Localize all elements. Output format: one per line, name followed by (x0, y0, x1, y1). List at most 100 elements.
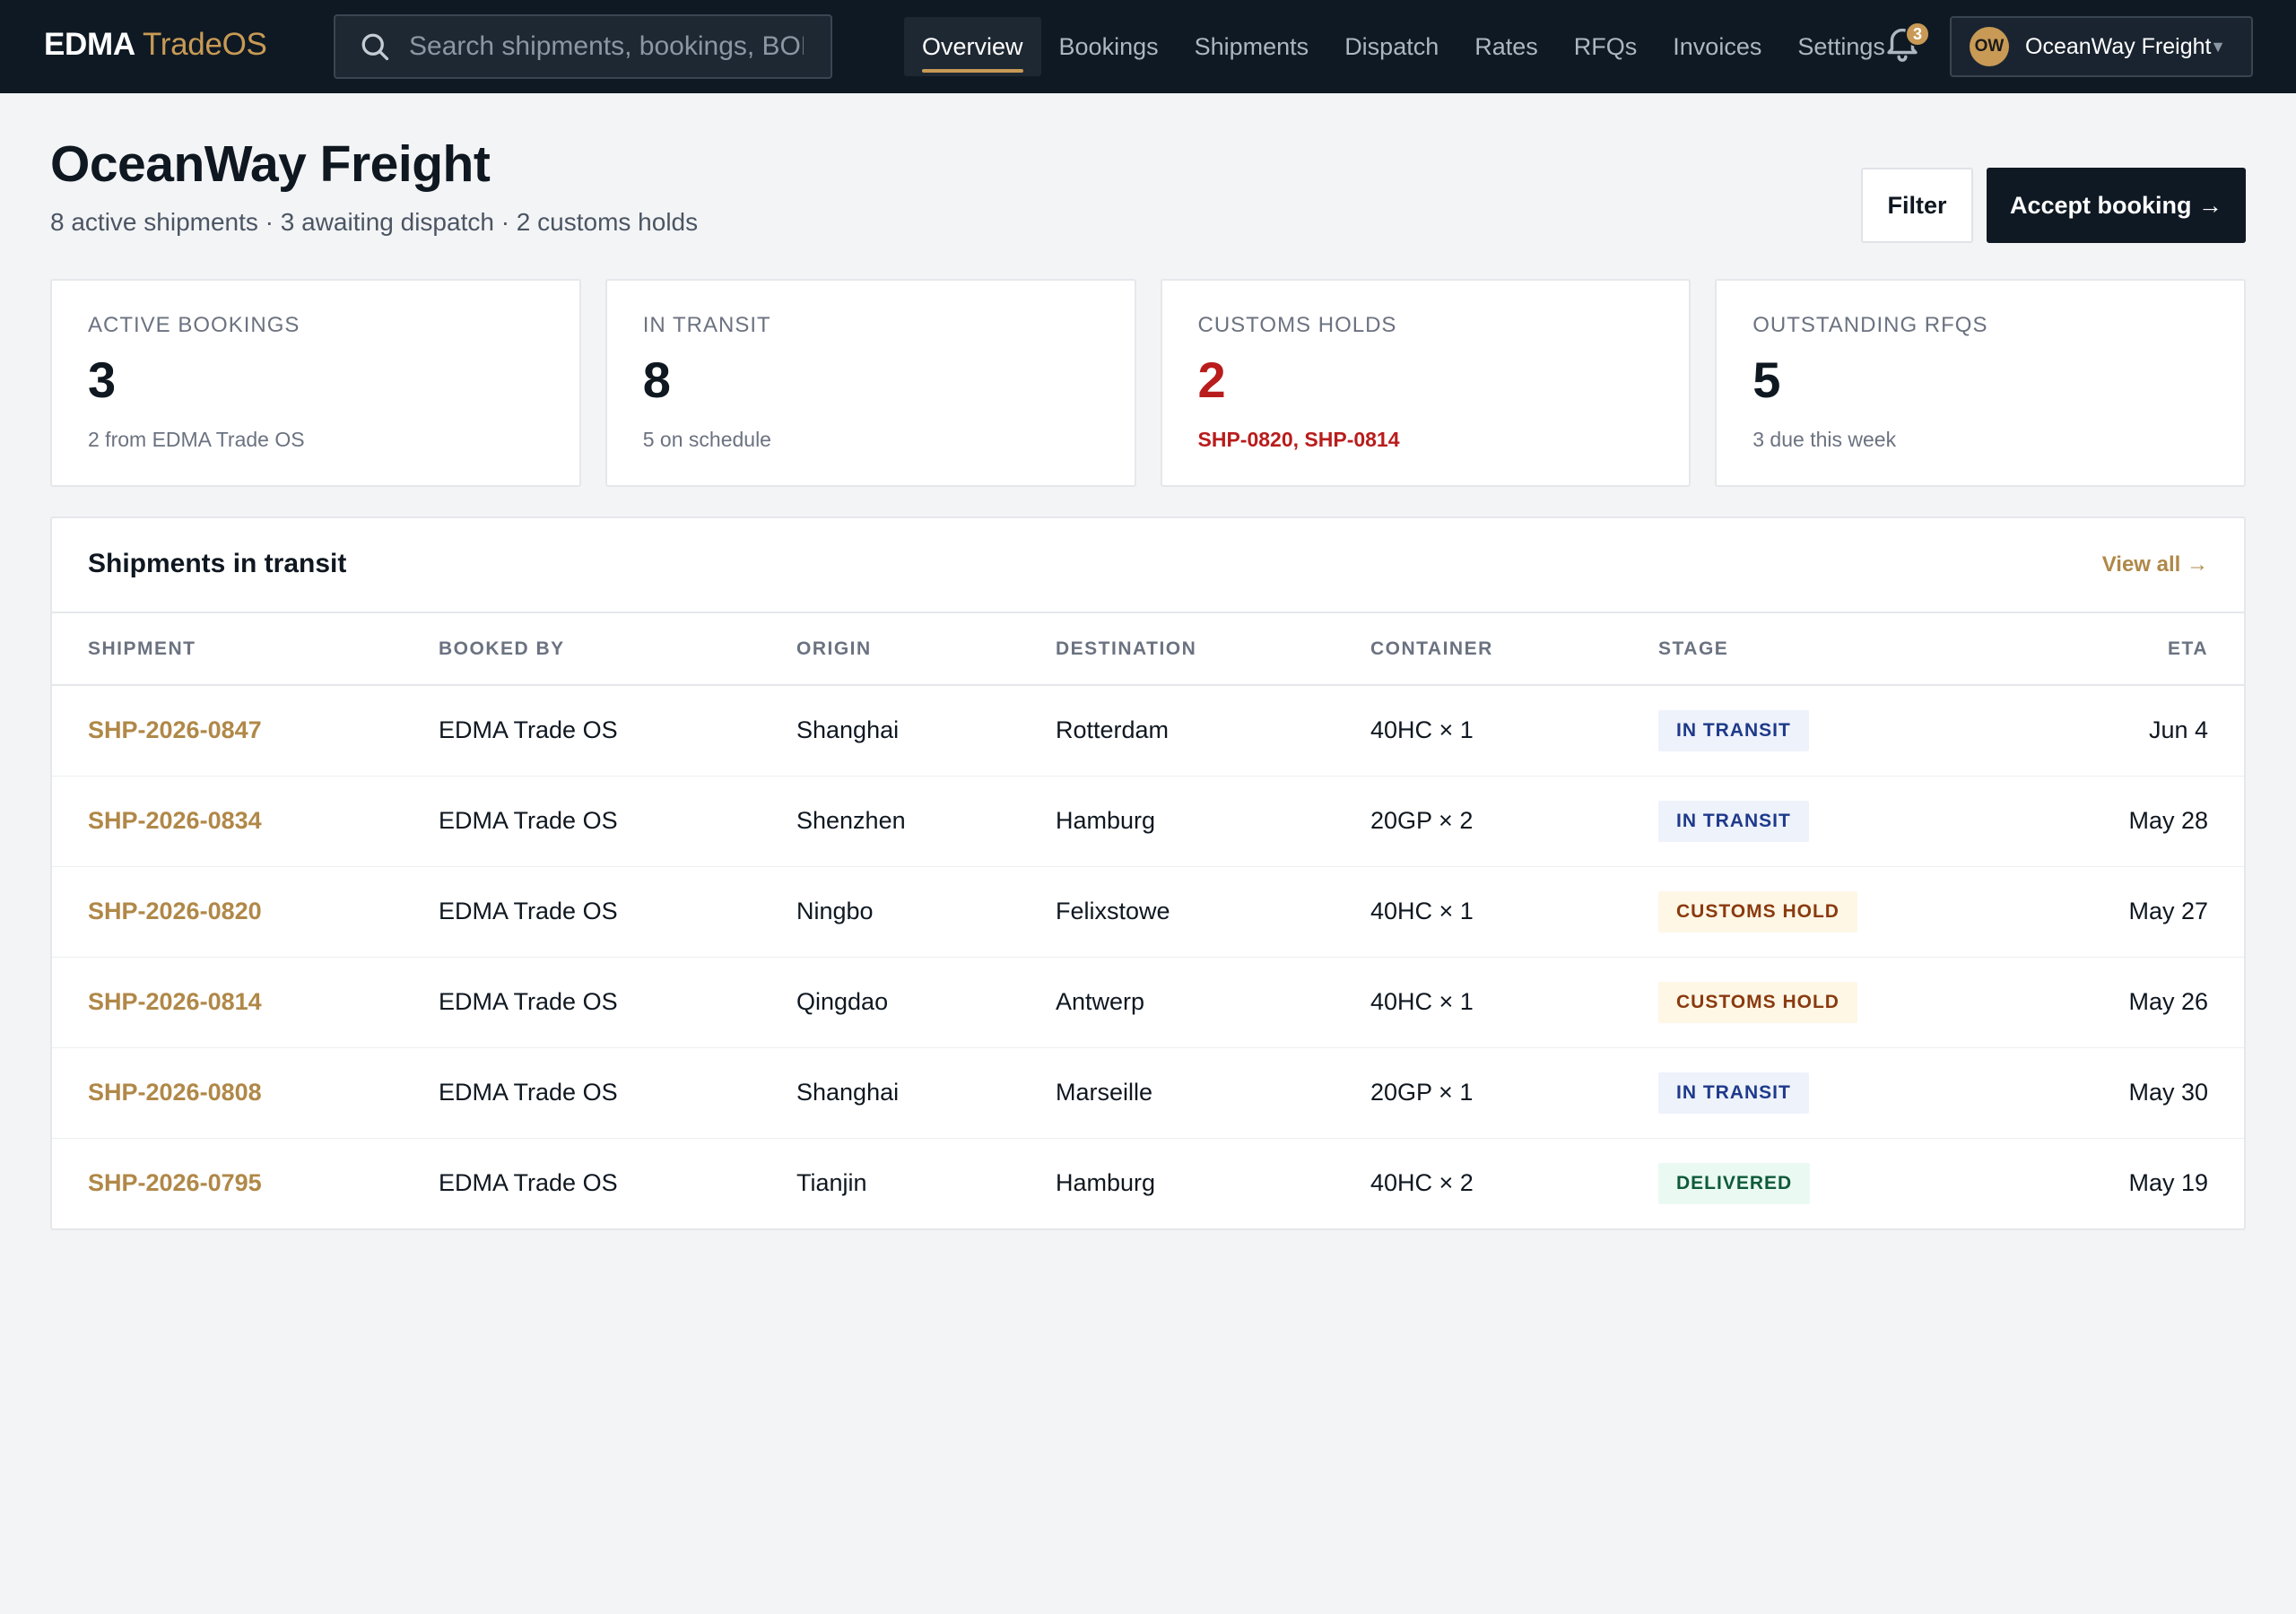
nav-invoices[interactable]: Invoices (1655, 17, 1779, 76)
shipment-link[interactable]: SHP-2026-0847 (88, 716, 262, 743)
shipment-link[interactable]: SHP-2026-0814 (88, 988, 262, 1015)
nav-overview[interactable]: Overview (904, 17, 1041, 76)
status-badge: IN TRANSIT (1658, 1072, 1809, 1114)
shipments-table: SHIPMENT BOOKED BY ORIGIN DESTINATION CO… (52, 613, 2244, 1228)
booked-by-cell: EDMA Trade OS (439, 957, 796, 1048)
container-cell: 40HC × 1 (1370, 866, 1658, 958)
notification-count-badge: 3 (1905, 22, 1930, 47)
column-header[interactable]: CONTAINER (1370, 613, 1658, 686)
eta-cell: Jun 4 (2071, 685, 2244, 777)
container-cell: 20GP × 1 (1370, 1047, 1658, 1139)
table-row[interactable]: SHP-2026-0808 EDMA Trade OS Shanghai Mar… (52, 1047, 2244, 1139)
status-badge: IN TRANSIT (1658, 800, 1809, 842)
avatar: OW (1970, 27, 2009, 66)
eta-cell: May 27 (2071, 866, 2244, 958)
stage-cell: IN TRANSIT (1658, 685, 2071, 777)
table-row[interactable]: SHP-2026-0847 EDMA Trade OS Shanghai Rot… (52, 685, 2244, 777)
view-all-link[interactable]: View all → (2102, 552, 2208, 577)
stat-card-in-transit: IN TRANSIT 8 5 on schedule (604, 279, 1136, 487)
stage-cell: IN TRANSIT (1658, 776, 2071, 867)
stat-value: 3 (88, 351, 117, 408)
destination-cell: Rotterdam (1056, 685, 1370, 777)
stage-cell: DELIVERED (1658, 1138, 2071, 1228)
status-badge: CUSTOMS HOLD (1658, 981, 1857, 1023)
nav-dispatch[interactable]: Dispatch (1326, 17, 1457, 76)
origin-cell: Shanghai (796, 1047, 1056, 1139)
brand-name: EDMA (44, 27, 135, 62)
shipment-link[interactable]: SHP-2026-0834 (88, 807, 262, 834)
stat-label: OUTSTANDING RFQS (1752, 313, 1988, 337)
origin-cell: Ningbo (796, 866, 1056, 958)
eta-cell: May 19 (2128, 1169, 2208, 1197)
search-input[interactable] (409, 31, 804, 62)
top-navigation-bar: EDMA TradeOS Overview Bookings Shipments… (0, 0, 2296, 93)
container-cell: 20GP × 2 (1370, 776, 1658, 867)
stage-cell: CUSTOMS HOLD (1658, 957, 2071, 1048)
booked-by-cell: EDMA Trade OS (439, 1047, 796, 1139)
destination-cell: Antwerp (1056, 957, 1370, 1048)
search-box (334, 14, 832, 79)
booked-by-cell: EDMA Trade OS (439, 1169, 618, 1197)
column-header[interactable]: DESTINATION (1056, 613, 1370, 686)
eta-cell: May 26 (2071, 957, 2244, 1048)
table-row[interactable]: SHP-2026-0795 EDMA Trade OS Tianjin Hamb… (52, 1138, 2244, 1228)
stat-card-customs-holds: CUSTOMS HOLDS 2 SHP-0820, SHP-0814 (1160, 279, 1692, 487)
shipment-cell: SHP-2026-0814 (52, 957, 439, 1048)
table-row[interactable]: SHP-2026-0820 EDMA Trade OS Ningbo Felix… (52, 866, 2244, 958)
origin-cell: Qingdao (796, 957, 1056, 1048)
eta-cell: May 28 (2071, 776, 2244, 867)
nav-rfqs[interactable]: RFQs (1556, 17, 1656, 76)
eta-cell: May 30 (2071, 1047, 2244, 1139)
shipment-link[interactable]: SHP-2026-0820 (88, 898, 262, 924)
nav-shipments[interactable]: Shipments (1177, 17, 1327, 76)
stat-cards: ACTIVE BOOKINGS 3 2 from EDMA Trade OS I… (50, 279, 2246, 487)
stat-note: SHP-0820, SHP-0814 (1197, 428, 1400, 451)
nav-bookings[interactable]: Bookings (1041, 17, 1177, 76)
stat-label: ACTIVE BOOKINGS (88, 313, 300, 337)
table-row[interactable]: SHP-2026-0814 EDMA Trade OS Qingdao Antw… (52, 957, 2244, 1048)
shipment-cell: SHP-2026-0795 (52, 1138, 439, 1228)
account-switcher[interactable]: OW OceanWay Freight ▼ (1950, 16, 2253, 77)
column-header[interactable]: ORIGIN (796, 613, 1056, 686)
shipment-cell: SHP-2026-0847 (52, 685, 439, 777)
origin-cell: Shenzhen (796, 776, 1056, 867)
brand-product: TradeOS (143, 27, 267, 62)
stage-cell: IN TRANSIT (1658, 1047, 2071, 1139)
shipment-cell: SHP-2026-0820 (52, 866, 439, 958)
stat-label: IN TRANSIT (642, 313, 771, 337)
column-header[interactable]: BOOKED BY (439, 613, 796, 686)
destination-cell: Hamburg (1056, 1169, 1156, 1197)
stat-card-active-bookings: ACTIVE BOOKINGS 3 2 from EDMA Trade OS (50, 279, 581, 487)
stat-value: 2 (1197, 351, 1226, 408)
column-header[interactable]: STAGE (1658, 613, 2071, 686)
status-badge: DELIVERED (1658, 1162, 1811, 1204)
chevron-down-icon: ▼ (2210, 38, 2226, 56)
shipment-link[interactable]: SHP-2026-0808 (88, 1079, 262, 1106)
notifications-button[interactable]: 3 (1882, 22, 1930, 70)
status-badge: CUSTOMS HOLD (1658, 890, 1857, 933)
destination-cell: Hamburg (1056, 776, 1370, 867)
booked-by-cell: EDMA Trade OS (439, 866, 796, 958)
page-title: OceanWay Freight (50, 135, 491, 193)
origin-cell: Tianjin (796, 1169, 867, 1197)
booked-by-cell: EDMA Trade OS (439, 776, 796, 867)
shipment-cell: SHP-2026-0808 (52, 1047, 439, 1139)
shipment-cell: SHP-2026-0834 (52, 776, 439, 867)
filter-button[interactable]: Filter (1861, 168, 1973, 243)
panel-header: Shipments in transit View all → (52, 518, 2244, 613)
column-header[interactable]: ETA (2071, 613, 2244, 686)
panel-title: Shipments in transit (88, 549, 347, 578)
stat-card-outstanding-rfqs: OUTSTANDING RFQS 5 3 due this week (1715, 279, 2246, 487)
shipment-link[interactable]: SHP-2026-0795 (88, 1169, 262, 1196)
search-icon (361, 33, 389, 61)
destination-cell: Felixstowe (1056, 866, 1370, 958)
brand-logo[interactable]: EDMA TradeOS (44, 27, 267, 63)
stat-note: 3 due this week (1752, 428, 1897, 451)
accept-booking-button[interactable]: Accept booking → (1987, 168, 2246, 243)
stat-label: CUSTOMS HOLDS (1197, 313, 1397, 337)
table-row[interactable]: SHP-2026-0834 EDMA Trade OS Shenzhen Ham… (52, 776, 2244, 867)
column-header[interactable]: SHIPMENT (52, 613, 439, 686)
nav-rates[interactable]: Rates (1457, 17, 1556, 76)
shipments-panel: Shipments in transit View all → SHIPMENT… (50, 516, 2246, 1230)
account-name: OceanWay Freight (2025, 33, 2212, 59)
